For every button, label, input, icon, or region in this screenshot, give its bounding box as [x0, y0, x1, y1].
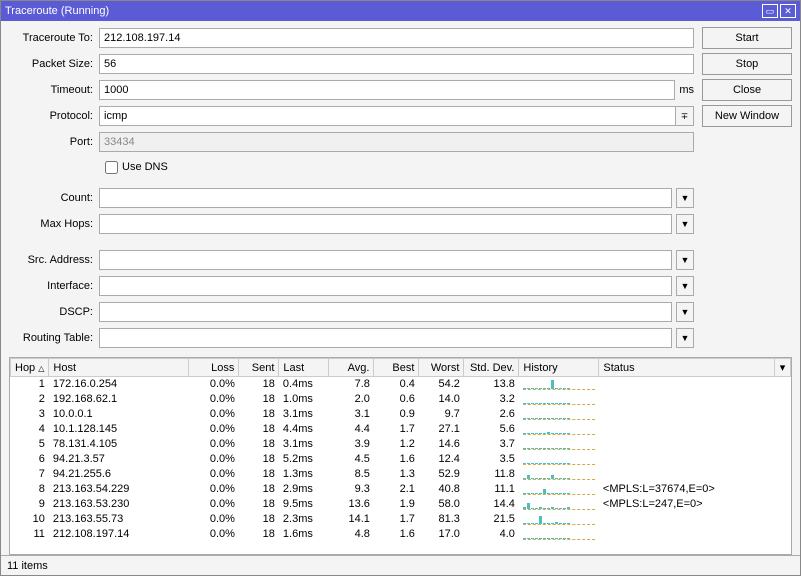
item-count: 11 items — [7, 560, 48, 572]
table-row[interactable]: 9213.163.53.2300.0%189.5ms13.61.958.014.… — [11, 497, 791, 512]
interface-label: Interface: — [9, 280, 99, 292]
src-address-input[interactable] — [99, 250, 672, 270]
max-hops-label: Max Hops: — [9, 218, 99, 230]
protocol-input[interactable] — [99, 106, 676, 126]
titlebar: Traceroute (Running) ▭ ✕ — [1, 1, 800, 21]
count-label: Count: — [9, 192, 99, 204]
packet-size-label: Packet Size: — [9, 58, 99, 70]
history-sparkline — [519, 452, 599, 467]
button-panel: Start Stop Close New Window — [702, 27, 792, 353]
table-row[interactable]: 578.131.4.1050.0%183.1ms3.91.214.63.7 — [11, 437, 791, 452]
table-row[interactable]: 694.21.3.570.0%185.2ms4.51.612.43.5 — [11, 452, 791, 467]
col-status[interactable]: Status — [599, 359, 775, 377]
col-worst[interactable]: Worst — [419, 359, 464, 377]
col-host[interactable]: Host — [49, 359, 189, 377]
dscp-input[interactable] — [99, 302, 672, 322]
max-hops-input[interactable] — [99, 214, 672, 234]
use-dns-label: Use DNS — [122, 161, 168, 173]
col-loss[interactable]: Loss — [189, 359, 239, 377]
history-sparkline — [519, 482, 599, 497]
results-table-area[interactable]: Hop △ Host Loss Sent Last Avg. Best Wors… — [9, 357, 792, 555]
timeout-label: Timeout: — [9, 84, 99, 96]
history-sparkline — [519, 407, 599, 422]
use-dns-checkbox[interactable] — [105, 161, 118, 174]
routing-table-input[interactable] — [99, 328, 672, 348]
col-best[interactable]: Best — [374, 359, 419, 377]
src-address-expand-icon[interactable]: ▼ — [676, 250, 694, 270]
history-sparkline — [519, 377, 599, 392]
table-row[interactable]: 1172.16.0.2540.0%180.4ms7.80.454.213.8 — [11, 377, 791, 392]
dscp-expand-icon[interactable]: ▼ — [676, 302, 694, 322]
history-sparkline — [519, 527, 599, 542]
col-stddev[interactable]: Std. Dev. — [464, 359, 519, 377]
table-row[interactable]: 310.0.0.10.0%183.1ms3.10.99.72.6 — [11, 407, 791, 422]
new-window-button[interactable]: New Window — [702, 105, 792, 127]
table-header-row: Hop △ Host Loss Sent Last Avg. Best Wors… — [11, 359, 791, 377]
table-row[interactable]: 794.21.255.60.0%181.3ms8.51.352.911.8 — [11, 467, 791, 482]
port-input — [99, 132, 694, 152]
traceroute-window: Traceroute (Running) ▭ ✕ Traceroute To: … — [0, 0, 801, 576]
traceroute-to-input[interactable] — [99, 28, 694, 48]
table-row[interactable]: 10213.163.55.730.0%182.3ms14.11.781.321.… — [11, 512, 791, 527]
timeout-input[interactable] — [99, 80, 675, 100]
col-sent[interactable]: Sent — [239, 359, 279, 377]
table-row[interactable]: 11212.108.197.140.0%181.6ms4.81.617.04.0 — [11, 527, 791, 542]
table-row[interactable]: 8213.163.54.2290.0%182.9ms9.32.140.811.1… — [11, 482, 791, 497]
routing-table-label: Routing Table: — [9, 332, 99, 344]
close-button[interactable]: Close — [702, 79, 792, 101]
window-title: Traceroute (Running) — [5, 5, 762, 17]
history-sparkline — [519, 392, 599, 407]
form-area: Traceroute To: Packet Size: Timeout: ms … — [9, 27, 792, 353]
interface-input[interactable] — [99, 276, 672, 296]
port-label: Port: — [9, 136, 99, 148]
protocol-dropdown-icon[interactable]: ∓ — [676, 106, 694, 126]
titlebar-buttons: ▭ ✕ — [762, 4, 796, 18]
history-sparkline — [519, 422, 599, 437]
history-sparkline — [519, 512, 599, 527]
col-last[interactable]: Last — [279, 359, 329, 377]
content-area: Traceroute To: Packet Size: Timeout: ms … — [1, 21, 800, 555]
dscp-label: DSCP: — [9, 306, 99, 318]
count-expand-icon[interactable]: ▼ — [676, 188, 694, 208]
timeout-suffix: ms — [679, 84, 694, 96]
col-history[interactable]: History — [519, 359, 599, 377]
protocol-label: Protocol: — [9, 110, 99, 122]
col-hop[interactable]: Hop △ — [11, 359, 49, 377]
minimize-icon[interactable]: ▭ — [762, 4, 778, 18]
start-button[interactable]: Start — [702, 27, 792, 49]
max-hops-expand-icon[interactable]: ▼ — [676, 214, 694, 234]
col-menu-icon[interactable]: ▾ — [775, 359, 791, 377]
table-row[interactable]: 2192.168.62.10.0%181.0ms2.00.614.03.2 — [11, 392, 791, 407]
packet-size-input[interactable] — [99, 54, 694, 74]
history-sparkline — [519, 467, 599, 482]
traceroute-to-label: Traceroute To: — [9, 32, 99, 44]
table-row[interactable]: 410.1.128.1450.0%184.4ms4.41.727.15.6 — [11, 422, 791, 437]
history-sparkline — [519, 497, 599, 512]
col-avg[interactable]: Avg. — [329, 359, 374, 377]
close-icon[interactable]: ✕ — [780, 4, 796, 18]
src-address-label: Src. Address: — [9, 254, 99, 266]
stop-button[interactable]: Stop — [702, 53, 792, 75]
history-sparkline — [519, 437, 599, 452]
interface-expand-icon[interactable]: ▼ — [676, 276, 694, 296]
count-input[interactable] — [99, 188, 672, 208]
status-bar: 11 items — [1, 555, 800, 575]
routing-table-expand-icon[interactable]: ▼ — [676, 328, 694, 348]
results-table: Hop △ Host Loss Sent Last Avg. Best Wors… — [10, 358, 791, 542]
form-left: Traceroute To: Packet Size: Timeout: ms … — [9, 27, 694, 353]
